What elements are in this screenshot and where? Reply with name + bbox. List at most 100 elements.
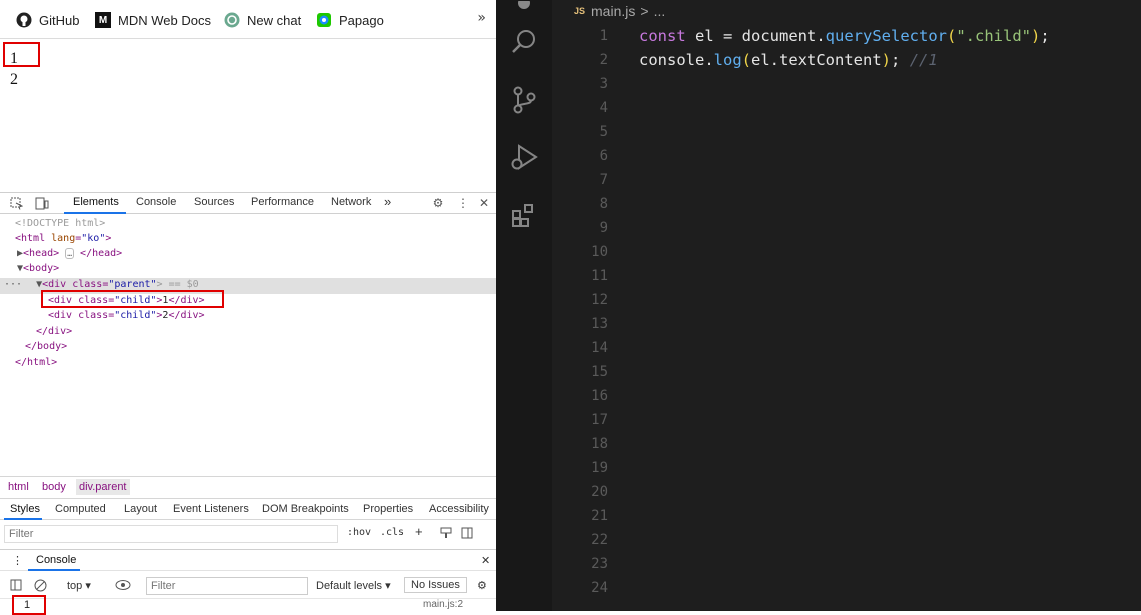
explorer-icon[interactable] (508, 0, 540, 24)
breadcrumb-symbols[interactable]: ... (654, 3, 666, 19)
keyword: const (639, 27, 686, 45)
bookmark-new-chat[interactable]: New chat (224, 10, 301, 30)
bookmark-github[interactable]: GitHub (16, 10, 79, 30)
bookmark-label: MDN Web Docs (118, 12, 211, 28)
tab-event-listeners[interactable]: Event Listeners (173, 503, 249, 515)
line-number: 5 (599, 124, 608, 140)
line-number: 20 (591, 484, 608, 500)
tab-network[interactable]: Network (331, 196, 371, 208)
tab-computed[interactable]: Computed (55, 503, 106, 515)
editor-breadcrumb-bar: JS main.js > ... (552, 0, 1141, 24)
source-control-icon[interactable] (508, 84, 540, 116)
console-drawer-tab[interactable]: Console (36, 554, 76, 566)
function-name: querySelector (825, 27, 947, 45)
tab-elements[interactable]: Elements (73, 196, 119, 208)
log-levels-label: Default levels (316, 580, 383, 592)
child-div-node-2[interactable]: <div class="child">2</div> (48, 308, 205, 323)
device-toolbar-icon[interactable] (34, 195, 50, 211)
attr-name: lang (51, 233, 76, 244)
gear-icon[interactable]: ⚙ (477, 579, 487, 592)
head-node[interactable]: ▶<head> … </head> (17, 246, 122, 261)
openai-icon (224, 12, 240, 28)
bookmark-label: New chat (247, 12, 302, 28)
object: document (741, 27, 817, 45)
extensions-icon[interactable] (508, 199, 540, 231)
papago-icon (316, 12, 332, 28)
console-source-link[interactable]: main.js:2 (423, 599, 463, 610)
code-comment: //1 (909, 51, 938, 69)
tag: </head> (80, 248, 123, 259)
html-close-node[interactable]: </html> (15, 355, 57, 370)
tab-properties[interactable]: Properties (363, 503, 413, 515)
inspect-element-icon[interactable] (8, 195, 24, 211)
breadcrumb: JS main.js > ... (574, 3, 665, 19)
selected-marker: > == $0 (156, 279, 199, 290)
styles-filter-input[interactable] (4, 525, 338, 543)
console-toolbar: top ▾ Default levels ▾ No Issues ⚙ (0, 575, 496, 597)
tab-console[interactable]: Console (136, 196, 176, 208)
breadcrumb-body[interactable]: body (42, 481, 66, 493)
add-rule-icon[interactable]: + (415, 524, 423, 539)
bookmarks-overflow-icon[interactable]: » (477, 10, 486, 26)
punctuation: . (704, 51, 714, 69)
log-levels-select[interactable]: Default levels ▾ (316, 579, 391, 592)
breadcrumb-html[interactable]: html (8, 481, 29, 493)
sidebar-toggle-icon[interactable] (461, 527, 473, 542)
line-number: 21 (591, 508, 608, 524)
breadcrumb-div-parent[interactable]: div.parent (76, 479, 130, 495)
run-debug-icon[interactable] (508, 141, 540, 173)
console-filter-input[interactable] (146, 577, 308, 595)
close-icon[interactable]: ✕ (481, 554, 490, 567)
body-node[interactable]: ▼<body> (17, 261, 59, 276)
tab-styles[interactable]: Styles (10, 503, 40, 515)
more-tabs-icon[interactable]: » (384, 194, 391, 209)
child-text-2: 2 (10, 71, 18, 88)
issues-button[interactable]: No Issues (404, 577, 467, 593)
activity-bar (496, 0, 552, 611)
highlight-box (3, 42, 40, 67)
clear-console-icon[interactable] (34, 579, 47, 595)
ellipsis-icon[interactable]: ··· (4, 279, 22, 290)
punctuation: . (816, 27, 826, 45)
code-line-1[interactable]: const el = document.querySelector(".chil… (639, 27, 1050, 45)
attr-value: "parent" (108, 279, 157, 290)
context-select[interactable]: top ▾ (67, 579, 91, 592)
tab-accessibility[interactable]: Accessibility (429, 503, 489, 515)
tag: <body> (23, 263, 60, 274)
div-close-node[interactable]: </div> (36, 324, 72, 339)
doctype-node[interactable]: <!DOCTYPE html> (15, 216, 105, 231)
sidebar-toggle-icon[interactable] (10, 579, 22, 594)
active-tab-indicator (4, 518, 42, 520)
eye-icon[interactable] (115, 579, 131, 594)
breadcrumb-file[interactable]: main.js (591, 3, 635, 19)
tab-performance[interactable]: Performance (251, 196, 314, 208)
hov-toggle[interactable]: :hov (347, 527, 371, 538)
code-line-2[interactable]: console.log(el.textContent); //1 (639, 51, 938, 69)
active-tab-indicator (64, 212, 126, 214)
tab-layout[interactable]: Layout (124, 503, 157, 515)
kebab-menu-icon[interactable]: ⋮ (455, 195, 471, 211)
bookmark-papago[interactable]: Papago (316, 10, 384, 30)
tab-sources[interactable]: Sources (194, 196, 234, 208)
drawer-menu-icon[interactable]: ⋮ (12, 554, 23, 567)
cls-toggle[interactable]: .cls (380, 527, 404, 538)
attr-value: "child" (114, 310, 157, 321)
ellipsis-badge[interactable]: … (65, 248, 75, 259)
close-icon[interactable]: ✕ (476, 195, 492, 211)
paint-icon[interactable] (440, 527, 452, 542)
body-close-node[interactable]: </body> (25, 339, 67, 354)
tab-dom-breakpoints[interactable]: DOM Breakpoints (262, 503, 349, 515)
punctuation: ; (1040, 27, 1050, 45)
line-number: 3 (599, 76, 608, 92)
tag: <html (15, 233, 46, 244)
line-number: 18 (591, 436, 608, 452)
styles-filter-row: :hov .cls + (0, 522, 496, 546)
bookmark-mdn[interactable]: M MDN Web Docs (95, 10, 211, 30)
line-number: 1 (599, 28, 608, 44)
html-node[interactable]: <html lang="ko"> (15, 231, 111, 246)
search-icon[interactable] (508, 25, 540, 57)
tag: <div class= (48, 310, 115, 321)
function-name: log (713, 51, 742, 69)
gear-icon[interactable]: ⚙ (430, 195, 446, 211)
string-literal: ".child" (956, 27, 1031, 45)
